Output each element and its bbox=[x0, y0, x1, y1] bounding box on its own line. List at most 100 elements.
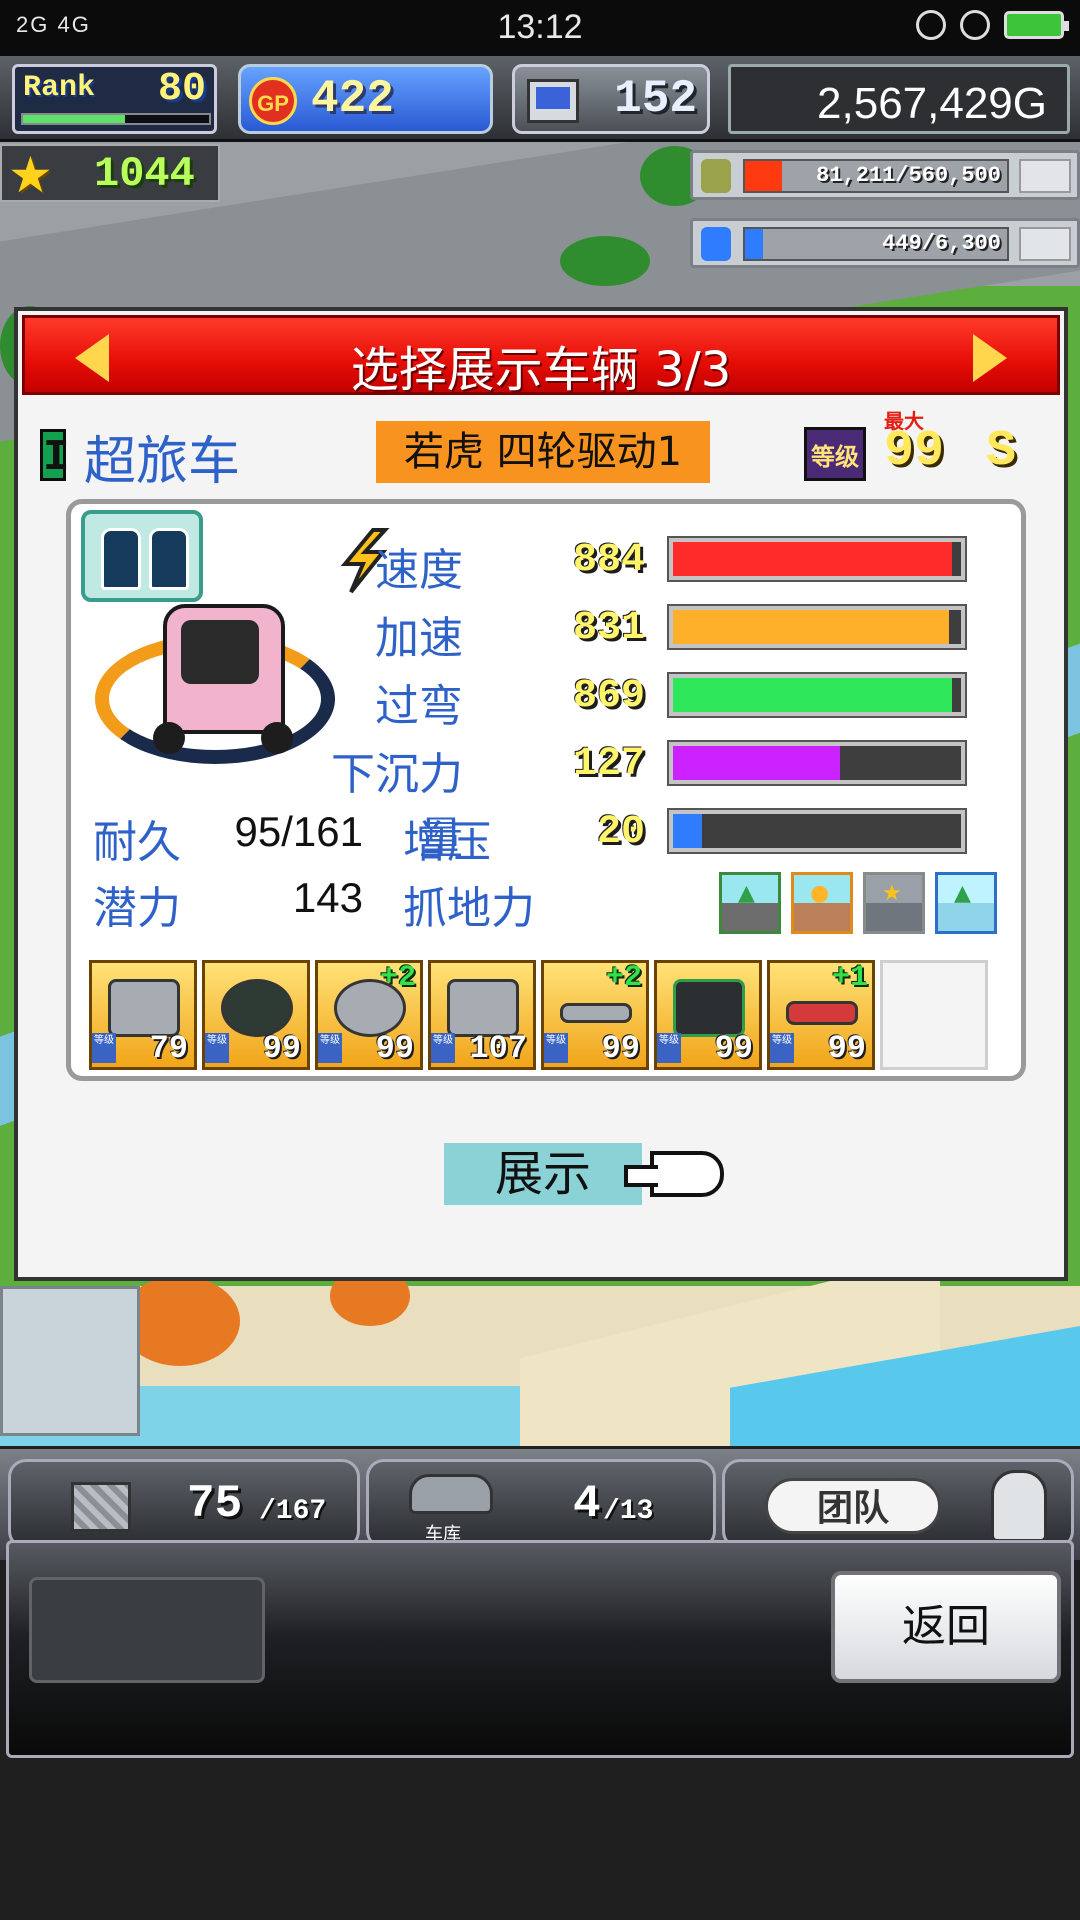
stat-bar-downforce bbox=[667, 740, 967, 786]
rank-value: 80 bbox=[157, 67, 206, 112]
parts-row: 等级 79 等级 99 +2 等级 99 等级 107 +2 等级 99 等级 … bbox=[89, 960, 1019, 1070]
resource-fill bbox=[745, 229, 764, 259]
part-level-tag: 等级 bbox=[770, 1033, 794, 1063]
stat-bar-fill bbox=[673, 746, 841, 780]
mute-bell-icon bbox=[916, 10, 946, 40]
fuel-barrel-icon bbox=[701, 159, 731, 193]
garage-slot[interactable]: 车库 4 /13 bbox=[366, 1459, 716, 1549]
game-screen: 2G 4G 13:12 Rank 80 GP 422 152 2,567,429… bbox=[0, 0, 1080, 1920]
stat-value-acceleration: 831 bbox=[572, 606, 645, 651]
resource-amount: 81,211/560,500 bbox=[816, 163, 1001, 188]
stat-label-boost: 增压 bbox=[403, 817, 491, 868]
part-level-tag: 等级 bbox=[318, 1033, 342, 1063]
fans-panel: ★ 1044 bbox=[0, 144, 220, 202]
part-slot-wing[interactable]: +2 等级 99 bbox=[541, 960, 649, 1070]
computer-icon bbox=[527, 79, 579, 123]
part-level: 99 bbox=[262, 1030, 301, 1067]
rank-progress-bar bbox=[21, 113, 211, 125]
team-member-avatar bbox=[991, 1470, 1047, 1542]
status-bar: 2G 4G 13:12 bbox=[0, 0, 1080, 56]
stat-bar-boost bbox=[667, 808, 967, 854]
part-bonus: +2 bbox=[379, 961, 416, 995]
stat-bar-speed bbox=[667, 536, 967, 582]
money-panel: 2,567,429G bbox=[728, 64, 1070, 134]
part-level-tag: 等级 bbox=[92, 1033, 116, 1063]
team-slot[interactable]: 团队 bbox=[722, 1459, 1074, 1549]
grip-terrain-icon-desert: ● bbox=[791, 872, 853, 934]
gp-coin-icon: GP bbox=[249, 77, 297, 125]
parts-total: /167 bbox=[259, 1496, 327, 1527]
car-type: 超旅车 bbox=[84, 432, 241, 492]
car-window bbox=[181, 620, 259, 684]
intake-part-icon bbox=[447, 979, 519, 1037]
stat-label-acceleration: 加速 bbox=[375, 613, 463, 664]
rank-progress-fill bbox=[23, 115, 126, 123]
wing-part-icon bbox=[560, 1003, 632, 1023]
part-slot-tire[interactable]: 等级 99 bbox=[202, 960, 310, 1070]
durability-label: 耐久 bbox=[93, 817, 181, 868]
back-button[interactable]: 返回 bbox=[831, 1571, 1061, 1683]
crate-icon bbox=[71, 1482, 131, 1532]
research-points-value: 152 bbox=[614, 73, 697, 125]
select-display-car-dialog: 选择展示车辆 3/3 I 超旅车 若虎 四轮驱动1 等级 最大 99 S 速度 bbox=[14, 307, 1068, 1281]
star-icon: ★ bbox=[8, 146, 53, 204]
part-bonus: +2 bbox=[605, 961, 642, 995]
car-name: 若虎 四轮驱动1 bbox=[376, 421, 710, 483]
team-button[interactable]: 团队 bbox=[765, 1478, 941, 1534]
oil-bottle-icon bbox=[701, 227, 731, 261]
stat-bar-fill bbox=[673, 542, 953, 576]
rank-panel: Rank 80 bbox=[12, 64, 217, 134]
resource-fill bbox=[745, 161, 782, 191]
stat-bar-fill bbox=[673, 610, 950, 644]
part-level-tag: 等级 bbox=[657, 1033, 681, 1063]
bottom-dark-area bbox=[0, 1760, 1080, 1920]
pointing-hand-icon bbox=[624, 1151, 724, 1197]
resource-bar-fuel: 81,211/560,500 bbox=[690, 150, 1080, 200]
fans-value: 1044 bbox=[94, 150, 195, 198]
fuel-tanks-icon bbox=[81, 510, 203, 602]
stat-bar-acceleration bbox=[667, 604, 967, 650]
part-slot-chip[interactable]: 等级 99 bbox=[654, 960, 762, 1070]
part-slot-empty[interactable] bbox=[880, 960, 988, 1070]
suspension-part-icon bbox=[786, 1001, 858, 1025]
stat-bar-fill bbox=[673, 678, 953, 712]
garage-total: /13 bbox=[603, 1496, 654, 1527]
part-slot-engine[interactable]: 等级 79 bbox=[89, 960, 197, 1070]
level-label: 等级 bbox=[804, 427, 866, 481]
potential-label: 潜力 bbox=[93, 883, 181, 934]
car-class-icon: I bbox=[40, 429, 69, 483]
resource-amount: 449/6,300 bbox=[882, 231, 1001, 256]
gp-panel[interactable]: GP 422 bbox=[238, 64, 493, 134]
stat-value-downforce: 127 bbox=[572, 742, 645, 787]
grip-label: 抓地力 bbox=[403, 883, 535, 934]
part-slot-suspension[interactable]: +1 等级 99 bbox=[767, 960, 875, 1070]
garage-count: 4 bbox=[573, 1478, 601, 1530]
stat-label-cornering: 过弯 bbox=[375, 681, 463, 732]
stat-bar-fill bbox=[673, 814, 702, 848]
resource-end-cap bbox=[1019, 159, 1071, 193]
grip-terrain-icon-rock: ★ bbox=[863, 872, 925, 934]
rank-label: Rank bbox=[23, 71, 96, 105]
chip-part-icon bbox=[673, 979, 745, 1037]
parts-inventory-slot[interactable]: 75 /167 bbox=[8, 1459, 360, 1549]
blank-command-button[interactable] bbox=[29, 1577, 265, 1683]
part-level: 99 bbox=[375, 1030, 414, 1067]
part-level: 99 bbox=[714, 1030, 753, 1067]
car-wheel bbox=[261, 722, 293, 754]
stat-bar-cornering bbox=[667, 672, 967, 718]
part-slot-brake[interactable]: +2 等级 99 bbox=[315, 960, 423, 1070]
grade-value: S bbox=[986, 423, 1017, 480]
research-points-panel[interactable]: 152 bbox=[512, 64, 710, 134]
part-level-tag: 等级 bbox=[431, 1033, 455, 1063]
part-slot-intake[interactable]: 等级 107 bbox=[428, 960, 536, 1070]
dialog-header: 选择展示车辆 3/3 bbox=[22, 315, 1060, 398]
show-button[interactable]: 展示 bbox=[444, 1143, 642, 1205]
grip-terrain-icon-snow: ▲ bbox=[935, 872, 997, 934]
grip-terrain-icon-tarmac: ▲ bbox=[719, 872, 781, 934]
part-level-tag: 等级 bbox=[544, 1033, 568, 1063]
car-stats-panel: 速度 884 加速 831 过弯 869 下沉力量 127 耐久 95/161 … bbox=[66, 499, 1026, 1081]
stat-value-boost: 20 bbox=[596, 810, 645, 855]
part-level-tag: 等级 bbox=[205, 1033, 229, 1063]
next-car-arrow-icon[interactable] bbox=[973, 334, 1007, 382]
stat-value-cornering: 869 bbox=[572, 674, 645, 719]
